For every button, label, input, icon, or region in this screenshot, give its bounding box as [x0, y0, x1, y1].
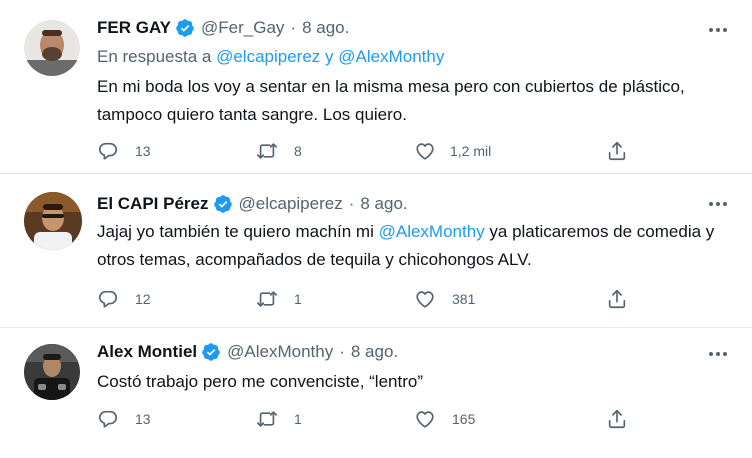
reply-count: 13 [135, 411, 151, 427]
more-options-button[interactable] [706, 194, 730, 214]
like-count: 381 [452, 291, 476, 307]
verified-badge-icon [176, 19, 194, 37]
share-button[interactable] [606, 287, 628, 311]
tweet-text: En mi boda los voy a sentar en la misma … [97, 77, 685, 124]
reply-mention-link[interactable]: @elcapiperez [216, 47, 320, 66]
retweet-button[interactable]: 1 [256, 287, 302, 311]
more-icon [709, 28, 713, 32]
like-button[interactable]: 381 [414, 287, 475, 311]
avatar[interactable] [24, 344, 80, 400]
retweet-button[interactable]: 1 [256, 407, 302, 431]
share-icon [608, 409, 626, 429]
tweet-header: El CAPI Pérez @elcapiperez · 8 ago. [97, 194, 408, 214]
retweet-icon [257, 291, 277, 307]
avatar[interactable] [24, 20, 80, 76]
more-options-button[interactable] [706, 20, 730, 40]
heart-icon [416, 411, 434, 428]
reply-button[interactable]: 12 [97, 287, 151, 311]
share-icon [608, 289, 626, 309]
share-button[interactable] [606, 407, 628, 431]
timestamp[interactable]: 8 ago. [351, 342, 398, 362]
more-options-button[interactable] [706, 344, 730, 364]
timestamp[interactable]: 8 ago. [360, 194, 407, 214]
verified-badge-icon [213, 195, 232, 213]
heart-icon [416, 291, 434, 308]
tweet-header: FER GAY @Fer_Gay · 8 ago. [97, 18, 349, 38]
more-icon [709, 202, 713, 206]
reply-icon [98, 290, 118, 308]
tweet-header: Alex Montiel @AlexMonthy · 8 ago. [97, 342, 398, 362]
separator-dot: · [339, 342, 345, 361]
tweet[interactable]: El CAPI Pérez @elcapiperez · 8 ago. Jaja… [0, 174, 752, 328]
retweet-count: 1 [294, 411, 302, 427]
retweet-icon [257, 411, 277, 427]
reply-icon [98, 142, 118, 160]
display-name[interactable]: Alex Montiel [97, 342, 197, 362]
reply-count: 13 [135, 143, 151, 159]
tweet-text: Costó trabajo pero me convenciste, “lent… [97, 372, 423, 391]
display-name[interactable]: FER GAY [97, 18, 171, 38]
tweet-actions: 13 8 1,2 mil [97, 139, 657, 163]
avatar[interactable] [24, 192, 82, 250]
like-button[interactable]: 1,2 mil [414, 139, 491, 163]
tweet-text: Jajaj yo también te quiero machín mi @Al… [97, 218, 717, 274]
handle[interactable]: @Fer_Gay [201, 18, 284, 38]
separator-dot: · [348, 194, 355, 213]
handle[interactable]: @elcapiperez [239, 194, 343, 214]
avatar-image [24, 192, 82, 250]
reply-count: 12 [135, 291, 151, 307]
tweet-text-part: Jajaj yo también te quiero machín mi [97, 222, 379, 241]
reply-icon [98, 410, 118, 428]
reply-prefix: En respuesta a [97, 47, 212, 66]
separator-dot: · [290, 18, 297, 37]
handle[interactable]: @AlexMonthy [227, 342, 333, 362]
reply-and: y [325, 47, 334, 66]
timestamp[interactable]: 8 ago. [302, 18, 349, 38]
like-count: 165 [452, 411, 476, 427]
heart-icon [416, 143, 434, 160]
reply-mention-link[interactable]: @AlexMonthy [338, 47, 444, 66]
avatar-image [24, 20, 80, 76]
reply-button[interactable]: 13 [97, 139, 151, 163]
tweet-actions: 13 1 165 [97, 407, 657, 431]
avatar-image [24, 344, 80, 400]
retweet-count: 8 [294, 143, 302, 159]
retweet-count: 1 [294, 291, 302, 307]
tweet[interactable]: Alex Montiel @AlexMonthy · 8 ago. Costó … [0, 328, 752, 458]
reply-context: En respuesta a @elcapiperez y @AlexMonth… [97, 47, 444, 67]
share-button[interactable] [606, 139, 628, 163]
tweet[interactable]: FER GAY @Fer_Gay · 8 ago. En respuesta a… [0, 0, 752, 174]
retweet-icon [257, 143, 277, 159]
like-count: 1,2 mil [450, 143, 492, 159]
verified-badge-icon [202, 343, 220, 361]
retweet-button[interactable]: 8 [256, 139, 302, 163]
more-icon [709, 352, 713, 356]
mention-link[interactable]: @AlexMonthy [379, 222, 485, 241]
share-icon [608, 141, 626, 161]
tweet-actions: 12 1 381 [97, 287, 657, 311]
reply-button[interactable]: 13 [97, 407, 151, 431]
like-button[interactable]: 165 [414, 407, 475, 431]
display-name[interactable]: El CAPI Pérez [97, 194, 209, 214]
